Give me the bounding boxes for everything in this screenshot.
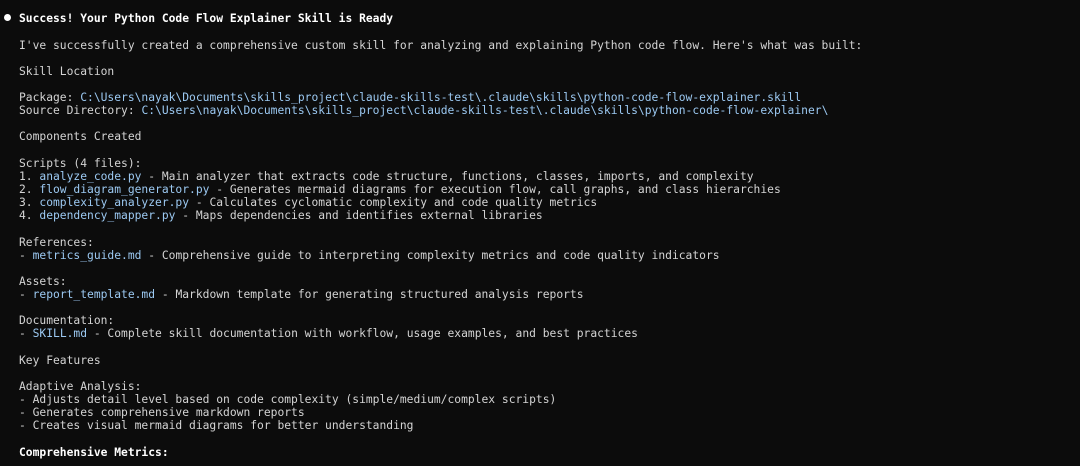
list-item-prefix: - — [19, 288, 33, 301]
status-bullet-icon — [4, 14, 11, 21]
reference-file-name[interactable]: metrics_guide.md — [33, 249, 142, 262]
script-file-name[interactable]: flow_diagram_generator.py — [39, 183, 209, 196]
script-file-name[interactable]: complexity_analyzer.py — [39, 196, 189, 209]
list-item: - Creates visual mermaid diagrams for be… — [19, 419, 414, 432]
response-title: Success! Your Python Code Flow Explainer… — [19, 12, 394, 25]
list-item-number: 4. — [19, 209, 40, 222]
list-item-prefix: - — [19, 249, 33, 262]
list-item-description: - Maps dependencies and identifies exter… — [175, 209, 543, 222]
list-item: - SKILL.md - Complete skill documentatio… — [19, 327, 638, 340]
list-item-prefix: - — [19, 327, 33, 340]
script-file-name[interactable]: analyze_code.py — [39, 170, 141, 183]
script-file-name[interactable]: dependency_mapper.py — [39, 209, 175, 222]
list-item: - metrics_guide.md - Comprehensive guide… — [19, 249, 720, 262]
documentation-file-name[interactable]: SKILL.md — [33, 327, 87, 340]
assets-heading: Assets: — [19, 275, 67, 288]
list-item: 2. flow_diagram_generator.py - Generates… — [19, 183, 781, 196]
list-item-description: - Markdown template for generating struc… — [155, 288, 584, 301]
components-heading: Components Created — [19, 130, 142, 143]
terminal-output: Success! Your Python Code Flow Explainer… — [0, 0, 1080, 466]
list-item-number: 3. — [19, 196, 40, 209]
comprehensive-metrics-heading: Comprehensive Metrics: — [19, 446, 169, 459]
asset-file-name[interactable]: report_template.md — [33, 288, 155, 301]
package-path[interactable]: C:\Users\nayak\Documents\skills_project\… — [80, 91, 801, 104]
list-item: 3. complexity_analyzer.py - Calculates c… — [19, 196, 597, 209]
list-item-description: - Calculates cyclomatic complexity and c… — [189, 196, 598, 209]
skill-location-heading: Skill Location — [19, 65, 115, 78]
list-item-description: - Generates mermaid diagrams for executi… — [209, 183, 781, 196]
list-item-description: - Main analyzer that extracts code struc… — [141, 170, 754, 183]
list-item: - Adjusts detail level based on code com… — [19, 393, 557, 406]
key-features-heading: Key Features — [19, 354, 101, 367]
list-item: 1. analyze_code.py - Main analyzer that … — [19, 170, 754, 183]
documentation-heading: Documentation: — [19, 314, 115, 327]
list-item-number: 1. — [19, 170, 40, 183]
list-item-description: - Complete skill documentation with work… — [87, 327, 638, 340]
list-item: 4. dependency_mapper.py - Maps dependenc… — [19, 209, 543, 222]
source-directory-path[interactable]: C:\Users\nayak\Documents\skills_project\… — [141, 104, 828, 117]
list-item: - Generates comprehensive markdown repor… — [19, 406, 305, 419]
adaptive-analysis-heading: Adaptive Analysis: — [19, 380, 142, 393]
references-heading: References: — [19, 236, 94, 249]
package-line: Package: C:\Users\nayak\Documents\skills… — [19, 91, 801, 104]
list-item: - report_template.md - Markdown template… — [19, 288, 584, 301]
source-directory-label: Source Directory: — [19, 104, 142, 117]
list-item-description: - Comprehensive guide to interpreting co… — [141, 249, 720, 262]
package-label: Package: — [19, 91, 81, 104]
scripts-heading: Scripts (4 files): — [19, 157, 142, 170]
intro-text: I've successfully created a comprehensiv… — [19, 39, 863, 52]
list-item-number: 2. — [19, 183, 40, 196]
source-directory-line: Source Directory: C:\Users\nayak\Documen… — [19, 104, 828, 117]
